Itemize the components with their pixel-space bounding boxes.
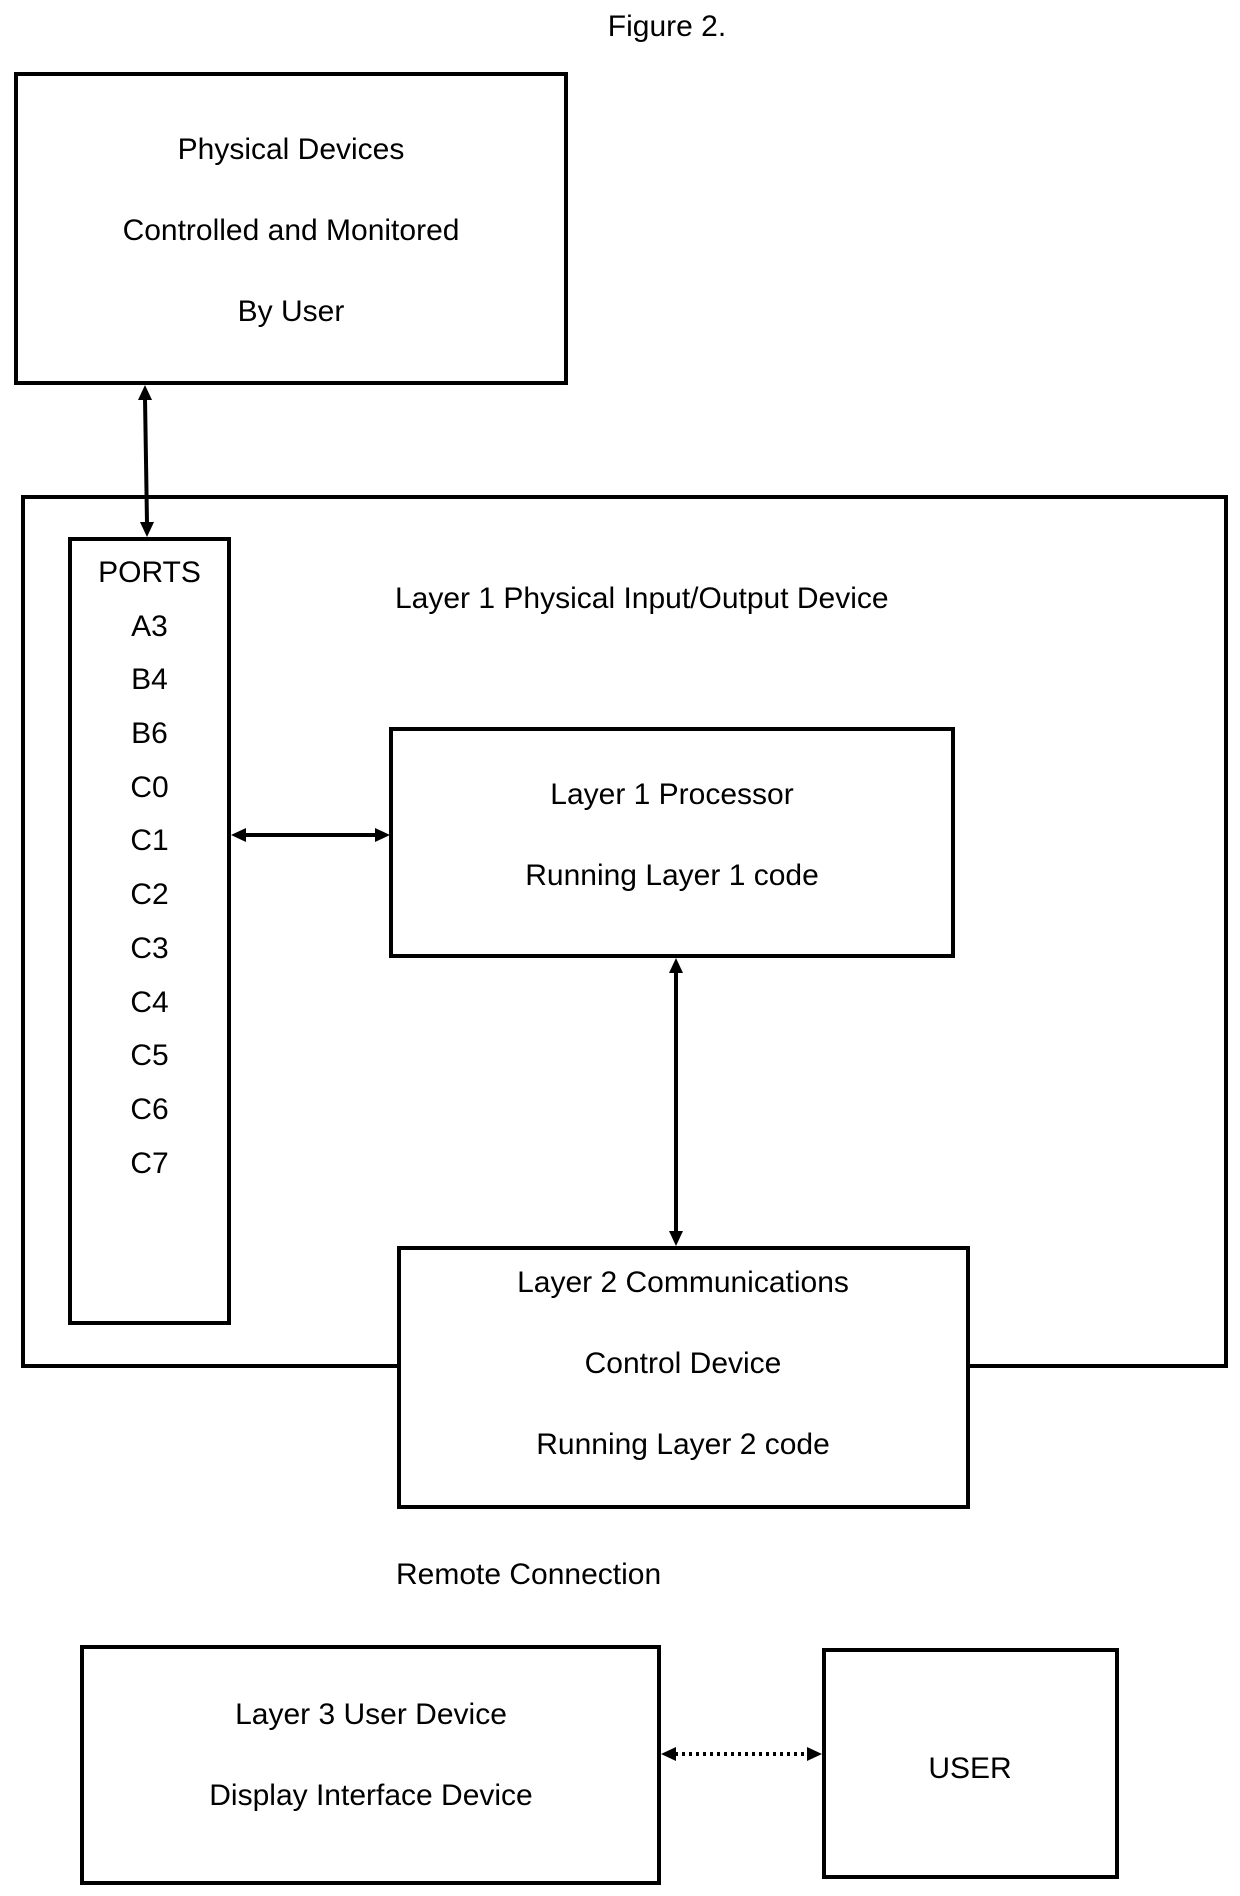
processor-line-1: Layer 1 Processor <box>550 778 794 811</box>
arrowhead-right-icon <box>807 1747 822 1761</box>
port-item: B6 <box>131 717 168 751</box>
remote-connection-label: Remote Connection <box>396 1558 662 1591</box>
physical-devices-line-2: Controlled and Monitored <box>122 214 460 247</box>
layer3-user-device-box <box>80 1645 661 1885</box>
processor-line-2: Running Layer 1 code <box>525 859 819 892</box>
figure-title: Figure 2. <box>607 10 727 43</box>
layer2-line-1: Layer 2 Communications <box>517 1266 849 1299</box>
port-item: C0 <box>130 770 169 804</box>
layer1-processor-box <box>389 727 955 958</box>
port-item: C3 <box>130 931 169 965</box>
layer3-line-1: Layer 3 User Device <box>235 1698 507 1731</box>
port-item: C5 <box>130 1039 169 1073</box>
port-item: C7 <box>130 1146 169 1180</box>
port-item: B4 <box>131 663 168 697</box>
port-item: C2 <box>130 878 169 912</box>
port-item: A3 <box>131 609 168 643</box>
layer1-device-label: Layer 1 Physical Input/Output Device <box>395 582 889 615</box>
physical-to-ports-line <box>143 397 149 524</box>
arrowhead-up-icon <box>138 385 152 400</box>
layer2-line-2: Control Device <box>584 1347 782 1380</box>
layer2-line-3: Running Layer 2 code <box>536 1428 830 1461</box>
layer3-line-2: Display Interface Device <box>209 1779 533 1812</box>
physical-devices-line-1: Physical Devices <box>177 133 405 166</box>
ports-title: PORTS <box>98 556 201 589</box>
ports-list: PORTS A3 B4 B6 C0 C1 C2 C3 C4 C5 C6 C7 <box>68 558 231 1202</box>
port-item: C1 <box>130 824 169 858</box>
user-label: USER <box>928 1752 1012 1785</box>
port-item: C4 <box>130 985 169 1019</box>
port-item: C6 <box>130 1092 169 1126</box>
layer3-to-user-arrow <box>661 1747 822 1761</box>
physical-devices-line-3: By User <box>237 295 345 328</box>
arrowhead-left-icon <box>661 1747 676 1761</box>
